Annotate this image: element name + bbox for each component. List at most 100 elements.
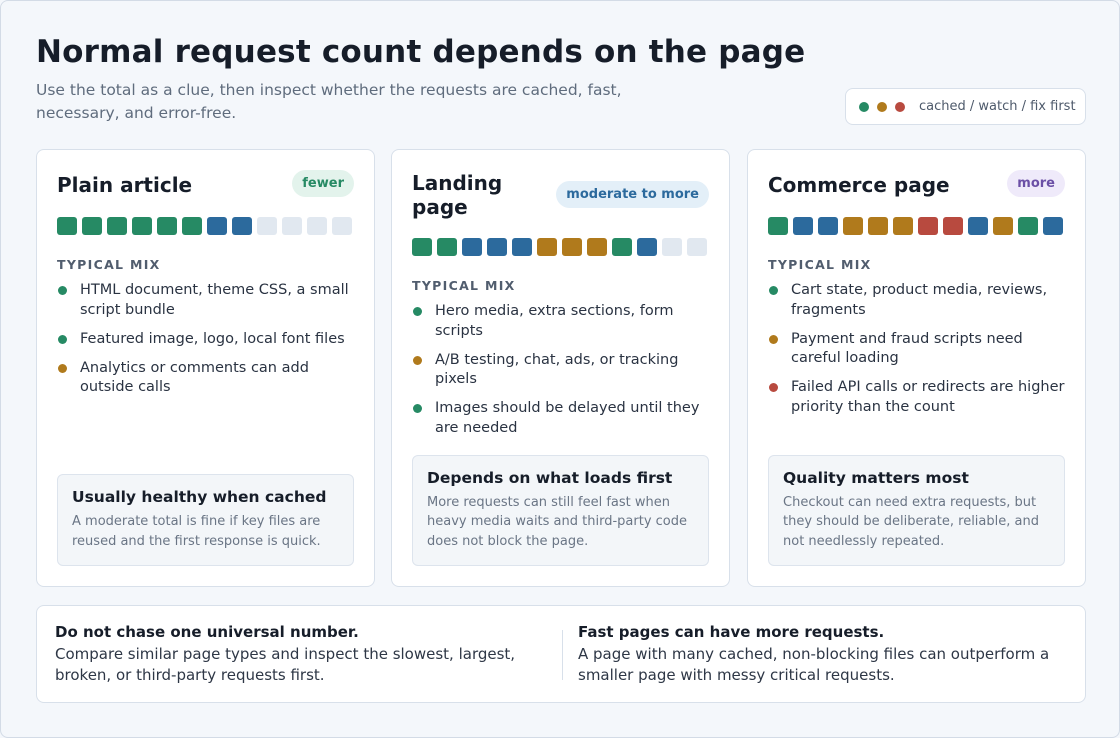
note-title: Usually healthy when cached — [72, 488, 327, 506]
footer-tips: Do not chase one universal number. Compa… — [36, 605, 1086, 703]
mix-item-text: Featured image, logo, local font files — [80, 330, 345, 347]
request-block-amber — [537, 238, 557, 256]
card-plain-article: Plain article fewer TYPICAL MIX HTML doc… — [36, 149, 375, 587]
status-dot-green — [413, 307, 422, 316]
request-block-empty — [662, 238, 682, 256]
note-body: More requests can still feel fast when h… — [427, 494, 687, 549]
note-title: Depends on what loads first — [427, 468, 673, 487]
mix-item-text: A/B testing, chat, ads, or tracking pixe… — [435, 351, 679, 388]
request-block-empty — [282, 217, 302, 235]
request-block-amber — [868, 217, 888, 235]
status-dot-amber — [58, 363, 67, 373]
request-block-red — [918, 217, 938, 235]
request-blocks — [57, 217, 352, 235]
mix-item: Images should be delayed until they are … — [412, 399, 712, 438]
request-block-blue — [462, 238, 482, 256]
note-body: Checkout can need extra requests, but th… — [783, 494, 1039, 549]
request-block-green — [107, 217, 127, 235]
tip-body: Compare similar page types and inspect t… — [55, 645, 516, 684]
request-block-green — [412, 238, 432, 256]
status-dot-green — [413, 404, 422, 413]
mix-item: Analytics or comments can add outside ca… — [57, 359, 357, 398]
section-label: TYPICAL MIX — [57, 257, 161, 272]
legend-dot-watch — [877, 101, 887, 112]
request-block-blue — [1043, 217, 1063, 235]
footer-divider — [562, 630, 563, 680]
request-block-green — [82, 217, 102, 235]
mix-item-text: Images should be delayed until they are … — [435, 400, 700, 436]
mix-item: HTML document, theme CSS, a small script… — [57, 281, 357, 320]
card-landing-page: Landing page moderate to more TYPICAL MI… — [391, 149, 730, 587]
request-block-green — [132, 217, 152, 235]
tip-left: Do not chase one universal number. Compa… — [55, 623, 545, 686]
request-block-amber — [993, 217, 1013, 235]
mix-item-text: Payment and fraud scripts need careful l… — [791, 330, 1023, 367]
summary-note: Depends on what loads first More request… — [412, 454, 709, 566]
status-dot-amber — [769, 334, 778, 344]
card-commerce-page: Commerce page more TYPICAL MIX Cart stat… — [747, 149, 1086, 587]
status-dot-green — [58, 286, 67, 295]
card-title: Plain article — [57, 173, 193, 197]
mix-item: Cart state, product media, reviews, frag… — [768, 281, 1068, 320]
request-block-amber — [893, 217, 913, 235]
request-block-green — [612, 238, 632, 256]
legend-dot-fix-first — [895, 101, 905, 112]
request-block-green — [57, 217, 77, 235]
status-dot-red — [769, 383, 778, 392]
page-title: Normal request count depends on the page — [36, 34, 806, 70]
request-block-blue — [637, 238, 657, 256]
card-title: Landing page — [412, 171, 503, 219]
request-blocks — [768, 217, 1063, 235]
status-dot-green — [769, 286, 778, 295]
request-block-green — [437, 238, 457, 256]
request-block-green — [768, 217, 788, 235]
request-block-amber — [587, 238, 607, 256]
request-block-blue — [487, 238, 507, 256]
status-dot-amber — [413, 355, 422, 365]
request-block-empty — [307, 217, 327, 235]
status-dot-green — [58, 334, 67, 344]
tip-right: Fast pages can have more requests. A pag… — [578, 623, 1068, 686]
mix-item: Payment and fraud scripts need careful l… — [768, 330, 1068, 369]
mix-item-text: Cart state, product media, reviews, frag… — [791, 282, 1048, 318]
legend-dot-cached — [859, 101, 869, 112]
request-block-empty — [332, 217, 352, 235]
request-block-green — [182, 217, 202, 235]
tip-heading: Do not chase one universal number. — [55, 623, 359, 641]
request-block-blue — [207, 217, 227, 235]
summary-note: Usually healthy when cached A moderate t… — [57, 474, 354, 566]
request-block-blue — [818, 217, 838, 235]
tip-heading: Fast pages can have more requests. — [578, 623, 885, 641]
card-title: Commerce page — [768, 173, 950, 197]
size-badge: moderate to more — [556, 181, 709, 208]
mix-item: Hero media, extra sections, form scripts — [412, 302, 712, 341]
tip-body: A page with many cached, non-blocking fi… — [578, 645, 1050, 684]
mix-list: HTML document, theme CSS, a small script… — [57, 281, 357, 407]
request-blocks — [412, 238, 707, 256]
mix-list: Hero media, extra sections, form scripts… — [412, 302, 712, 448]
mix-item-text: Analytics or comments can add outside ca… — [80, 359, 309, 396]
size-badge: more — [1007, 170, 1065, 197]
page-frame: Normal request count depends on the page… — [0, 0, 1120, 738]
request-block-blue — [512, 238, 532, 256]
legend-text: cached / watch / fix first — [919, 99, 1076, 114]
request-block-blue — [968, 217, 988, 235]
mix-item: A/B testing, chat, ads, or tracking pixe… — [412, 351, 712, 390]
legend: cached / watch / fix first — [845, 88, 1086, 125]
request-block-red — [943, 217, 963, 235]
mix-list: Cart state, product media, reviews, frag… — [768, 281, 1068, 427]
section-label: TYPICAL MIX — [412, 278, 516, 293]
mix-item: Featured image, logo, local font files — [57, 330, 357, 350]
summary-note: Quality matters most Checkout can need e… — [768, 454, 1065, 566]
request-block-empty — [257, 217, 277, 235]
request-block-green — [157, 217, 177, 235]
request-block-amber — [562, 238, 582, 256]
request-block-empty — [687, 238, 707, 256]
note-title: Quality matters most — [783, 468, 969, 487]
request-block-blue — [793, 217, 813, 235]
page-subtitle: Use the total as a clue, then inspect wh… — [36, 81, 622, 122]
request-block-blue — [232, 217, 252, 235]
section-label: TYPICAL MIX — [768, 257, 872, 272]
mix-item-text: Hero media, extra sections, form scripts — [435, 303, 674, 339]
request-block-green — [1018, 217, 1038, 235]
